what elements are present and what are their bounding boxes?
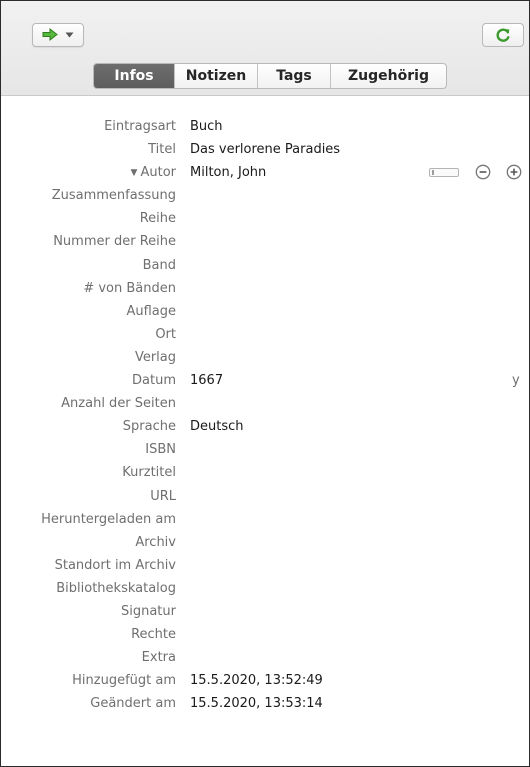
- remove-creator-button[interactable]: [475, 164, 491, 180]
- field-label: Sprache: [122, 419, 176, 435]
- field-row-anzahl-der-seiten: Anzahl der Seiten: [1, 392, 529, 415]
- date-added-value: 15.5.2020, 13:52:49: [190, 673, 323, 689]
- field-label: URL: [150, 488, 176, 504]
- date-field[interactable]: 1667: [190, 369, 223, 392]
- field-label: Standort im Archiv: [54, 557, 176, 573]
- tab-infos[interactable]: Infos: [94, 64, 174, 88]
- field-row-autor: ▼ Autor Milton, John: [1, 161, 529, 184]
- item-toolbar: Infos Notizen Tags Zugehörig: [1, 1, 529, 96]
- field-label: Geändert am: [90, 696, 176, 712]
- field-label: ISBN: [145, 442, 176, 458]
- field-label: Titel: [148, 142, 176, 158]
- sync-icon: [496, 28, 510, 42]
- field-label: # von Bänden: [83, 280, 176, 296]
- chevron-down-icon: [65, 32, 74, 38]
- field-row-rechte: Rechte: [1, 623, 529, 646]
- field-row-von-baenden: # von Bänden: [1, 277, 529, 300]
- field-label: Band: [142, 257, 176, 273]
- language-field[interactable]: Deutsch: [190, 415, 244, 438]
- field-label: Kurztitel: [122, 465, 176, 481]
- field-label: Hinzugefügt am: [72, 673, 176, 689]
- field-row-reihe: Reihe: [1, 207, 529, 230]
- field-row-hinzugefuegt-am: Hinzugefügt am 15.5.2020, 13:52:49: [1, 669, 529, 692]
- field-label: Verlag: [134, 349, 176, 365]
- field-row-nummer-der-reihe: Nummer der Reihe: [1, 230, 529, 253]
- name-mode-toggle[interactable]: [429, 168, 459, 178]
- tab-zugehoerig[interactable]: Zugehörig: [330, 64, 446, 88]
- field-row-standort-im-archiv: Standort im Archiv: [1, 554, 529, 577]
- field-row-bibliothekskatalog: Bibliothekskatalog: [1, 577, 529, 600]
- field-row-auflage: Auflage: [1, 300, 529, 323]
- field-row-archiv: Archiv: [1, 531, 529, 554]
- field-label: Signatur: [120, 603, 176, 619]
- field-row-extra: Extra: [1, 646, 529, 669]
- date-format-hint: y: [512, 373, 520, 389]
- tab-tags[interactable]: Tags: [257, 64, 330, 88]
- field-row-signatur: Signatur: [1, 600, 529, 623]
- field-row-geaendert-am: Geändert am 15.5.2020, 13:53:14: [1, 692, 529, 715]
- field-row-heruntergeladen-am: Heruntergeladen am: [1, 508, 529, 531]
- field-row-eintragsart: Eintragsart Buch: [1, 115, 529, 138]
- item-tabs: Infos Notizen Tags Zugehörig: [93, 63, 447, 89]
- field-row-isbn: ISBN: [1, 438, 529, 461]
- field-row-zusammenfassung: Zusammenfassung: [1, 184, 529, 207]
- field-label: Heruntergeladen am: [41, 511, 176, 527]
- date-modified-value: 15.5.2020, 13:53:14: [190, 696, 323, 712]
- field-row-ort: Ort: [1, 323, 529, 346]
- author-field[interactable]: Milton, John: [190, 161, 266, 184]
- field-label: Archiv: [135, 534, 176, 550]
- field-row-titel: Titel Das verlorene Paradies: [1, 138, 529, 161]
- field-label: Autor: [140, 165, 176, 181]
- field-label: Rechte: [131, 627, 176, 643]
- toggle-knob: [432, 170, 434, 176]
- field-label: Extra: [141, 650, 176, 666]
- creator-type-menu[interactable]: ▼ Autor: [131, 161, 176, 185]
- field-row-kurztitel: Kurztitel: [1, 461, 529, 484]
- item-fields: Eintragsart Buch Titel Das verlorene Par…: [1, 115, 529, 715]
- field-label: Datum: [132, 373, 176, 389]
- field-label: Ort: [155, 326, 176, 342]
- field-label: Bibliothekskatalog: [56, 580, 176, 596]
- add-creator-button[interactable]: [506, 164, 522, 180]
- item-type-select[interactable]: Buch: [190, 115, 223, 138]
- field-row-datum: Datum 1667 y: [1, 369, 529, 392]
- field-label: Anzahl der Seiten: [61, 396, 176, 412]
- tab-notizen[interactable]: Notizen: [174, 64, 257, 88]
- title-field[interactable]: Das verlorene Paradies: [190, 138, 340, 161]
- field-label: Zusammenfassung: [51, 188, 176, 204]
- field-label: Auflage: [126, 303, 176, 319]
- disclosure-triangle-icon: ▼: [130, 168, 138, 179]
- field-row-verlag: Verlag: [1, 346, 529, 369]
- field-label: Eintragsart: [104, 119, 176, 134]
- field-row-band: Band: [1, 254, 529, 277]
- field-label: Nummer der Reihe: [53, 234, 176, 250]
- field-label: Reihe: [139, 211, 176, 227]
- field-row-url: URL: [1, 485, 529, 508]
- field-row-sprache: Sprache Deutsch: [1, 415, 529, 438]
- green-arrow-icon: [42, 28, 58, 41]
- item-pane: Infos Notizen Tags Zugehörig Eintragsart…: [0, 0, 530, 767]
- sync-button[interactable]: [482, 23, 524, 47]
- locate-menu-button[interactable]: [32, 23, 84, 47]
